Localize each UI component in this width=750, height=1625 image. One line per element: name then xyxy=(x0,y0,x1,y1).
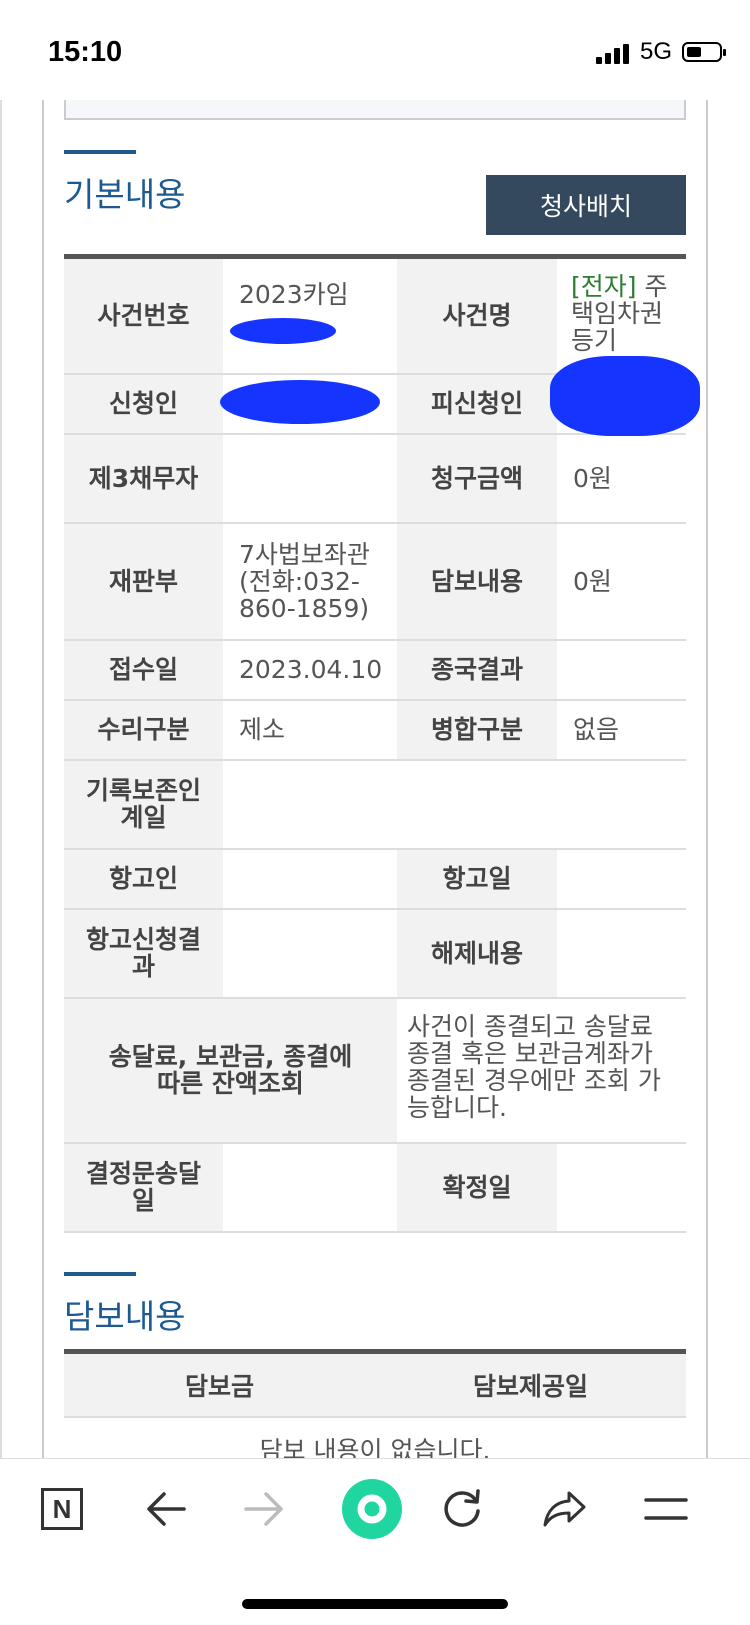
table-row: 수리구분 제소 병합구분 없음 xyxy=(64,699,686,761)
table-row: 접수일 2023.04.10 종국결과 xyxy=(64,639,686,701)
naver-n-icon: N xyxy=(41,1488,83,1530)
appeal-date-label: 항고일 xyxy=(397,848,557,910)
table-row: 기록보존인계일 xyxy=(64,759,686,850)
section-accent-bar xyxy=(64,150,136,154)
naver-letter: N xyxy=(52,1493,72,1524)
case-name-label: 사건명 xyxy=(397,256,557,375)
merge-type-label: 병합구분 xyxy=(397,699,557,761)
confirm-date-value xyxy=(557,1142,686,1233)
menu-icon xyxy=(644,1498,688,1520)
third-debtor-label: 제3채무자 xyxy=(64,433,223,524)
receipt-date-label: 접수일 xyxy=(64,639,223,701)
receipt-type-value: 제소 xyxy=(223,699,397,761)
share-arrow-icon xyxy=(543,1491,586,1527)
col-header-amount: 담보금 xyxy=(64,1351,375,1418)
court-label: 재판부 xyxy=(64,522,223,641)
seat-layout-button[interactable]: 청사배치 xyxy=(486,175,686,235)
table-row: 항고인 항고일 xyxy=(64,848,686,910)
claim-amount-value: 0원 xyxy=(557,433,686,524)
appellant-label: 항고인 xyxy=(64,848,223,910)
collateral-label: 담보내용 xyxy=(397,522,557,641)
signal-icon xyxy=(596,44,629,64)
merge-type-value: 없음 xyxy=(557,699,686,761)
appeal-result-value xyxy=(223,908,397,999)
share-button[interactable] xyxy=(534,1479,594,1539)
forward-button[interactable] xyxy=(234,1479,294,1539)
electronic-tag: [전자] xyxy=(571,272,637,301)
respondent-label: 피신청인 xyxy=(397,373,557,435)
table-row: 제3채무자 청구금액 0원 xyxy=(64,433,686,524)
browser-toolbar: N xyxy=(0,1458,750,1625)
record-keep-label: 기록보존인계일 xyxy=(64,759,223,850)
table-row: 항고신청결과 해제내용 xyxy=(64,908,686,999)
final-result-value xyxy=(557,639,686,701)
balance-value: 사건이 종결되고 송달료 종결 혹은 보관금계좌가 종결된 경우에만 조회 가능… xyxy=(397,997,686,1144)
network-label: 5G xyxy=(640,38,673,65)
menu-button[interactable] xyxy=(636,1479,696,1539)
appeal-result-label: 항고신청결과 xyxy=(64,908,223,999)
page-edge xyxy=(0,100,2,1460)
table-row: 재판부 7사법보좌관(전화:032-860-1859) 담보내용 0원 xyxy=(64,522,686,641)
section-accent-bar xyxy=(64,1272,136,1276)
receipt-type-label: 수리구분 xyxy=(64,699,223,761)
section-title-collateral: 담보내용 xyxy=(64,1297,186,1336)
court-value: 7사법보좌관(전화:032-860-1859) xyxy=(223,522,397,641)
confirm-date-label: 확정일 xyxy=(397,1142,557,1233)
case-no-label: 사건번호 xyxy=(64,256,223,375)
balance-label: 송달료, 보관금, 종결에 따른 잔액조회 xyxy=(64,997,397,1144)
battery-icon xyxy=(682,42,726,62)
status-time: 15:10 xyxy=(48,36,123,68)
appellant-value xyxy=(223,848,397,910)
table-header-row: 담보금 담보제공일 xyxy=(64,1351,686,1418)
release-label: 해제내용 xyxy=(397,908,557,999)
col-header-date: 담보제공일 xyxy=(375,1351,686,1418)
table-row: 사건번호 2023카임 사건명 [전자] 주택임차권등기 xyxy=(64,256,686,375)
appeal-date-value xyxy=(557,848,686,910)
claim-amount-label: 청구금액 xyxy=(397,433,557,524)
arrow-left-icon xyxy=(147,1492,186,1526)
green-dot-icon xyxy=(342,1479,402,1539)
decision-send-label: 결정문송달일 xyxy=(64,1142,223,1233)
green-dot-button[interactable] xyxy=(334,1471,410,1547)
decision-send-value xyxy=(223,1142,397,1233)
naver-home-button[interactable]: N xyxy=(32,1479,92,1539)
arrow-right-icon xyxy=(244,1492,283,1526)
section-title-basic: 기본내용 xyxy=(64,175,186,214)
final-result-label: 종국결과 xyxy=(397,639,557,701)
table-row: 결정문송달일 확정일 xyxy=(64,1142,686,1233)
redaction-mark xyxy=(230,318,336,344)
refresh-button[interactable] xyxy=(432,1479,492,1539)
refresh-icon xyxy=(444,1489,480,1527)
home-indicator xyxy=(242,1599,508,1609)
third-debtor-value xyxy=(223,433,397,524)
applicant-label: 신청인 xyxy=(64,373,223,435)
release-value xyxy=(557,908,686,999)
case-no-value: 2023카임 xyxy=(223,256,397,375)
record-keep-value xyxy=(223,759,686,850)
back-button[interactable] xyxy=(136,1479,196,1539)
receipt-date-value: 2023.04.10 xyxy=(223,639,397,701)
case-no-text: 2023카임 xyxy=(239,280,349,309)
redaction-mark xyxy=(550,356,700,436)
redaction-mark xyxy=(220,380,380,424)
table-row: 송달료, 보관금, 종결에 따른 잔액조회 사건이 종결되고 송달료 종결 혹은… xyxy=(64,997,686,1144)
status-bar: 15:10 5G xyxy=(0,0,750,100)
collateral-value: 0원 xyxy=(557,522,686,641)
